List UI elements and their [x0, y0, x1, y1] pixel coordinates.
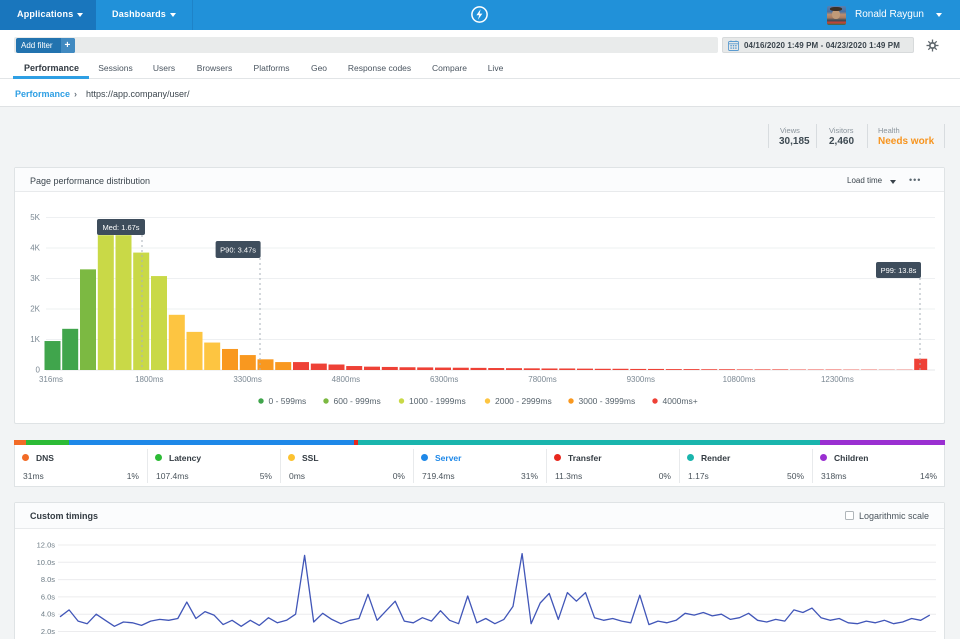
svg-text:0 - 599ms: 0 - 599ms: [269, 396, 307, 406]
svg-text:1K: 1K: [30, 335, 40, 344]
svg-text:12.0s: 12.0s: [37, 541, 56, 550]
svg-text:4.0s: 4.0s: [41, 610, 55, 619]
svg-text:9300ms: 9300ms: [627, 375, 655, 384]
svg-text:P90: 3.47s: P90: 3.47s: [220, 245, 256, 254]
svg-text:2K: 2K: [30, 305, 40, 314]
svg-text:P99: 13.8s: P99: 13.8s: [881, 266, 917, 275]
svg-text:3000 - 3999ms: 3000 - 3999ms: [579, 396, 636, 406]
svg-text:5K: 5K: [30, 213, 40, 222]
svg-text:10800ms: 10800ms: [723, 375, 756, 384]
svg-text:6.0s: 6.0s: [41, 592, 55, 601]
svg-text:1800ms: 1800ms: [135, 375, 163, 384]
svg-text:10.0s: 10.0s: [37, 558, 56, 567]
svg-text:2000 - 2999ms: 2000 - 2999ms: [495, 396, 552, 406]
svg-text:8.0s: 8.0s: [41, 575, 55, 584]
svg-text:3300ms: 3300ms: [233, 375, 261, 384]
svg-text:0: 0: [36, 366, 41, 375]
svg-text:4800ms: 4800ms: [332, 375, 360, 384]
svg-text:1000 - 1999ms: 1000 - 1999ms: [409, 396, 466, 406]
svg-text:2.0s: 2.0s: [41, 627, 55, 636]
svg-text:12300ms: 12300ms: [821, 375, 854, 384]
svg-text:6300ms: 6300ms: [430, 375, 458, 384]
svg-text:3K: 3K: [30, 274, 40, 283]
svg-text:316ms: 316ms: [39, 375, 63, 384]
svg-text:600 - 999ms: 600 - 999ms: [334, 396, 381, 406]
svg-text:4K: 4K: [30, 244, 40, 253]
svg-text:4000ms+: 4000ms+: [663, 396, 698, 406]
svg-text:Med: 1.67s: Med: 1.67s: [102, 223, 139, 232]
svg-text:7800ms: 7800ms: [528, 375, 556, 384]
